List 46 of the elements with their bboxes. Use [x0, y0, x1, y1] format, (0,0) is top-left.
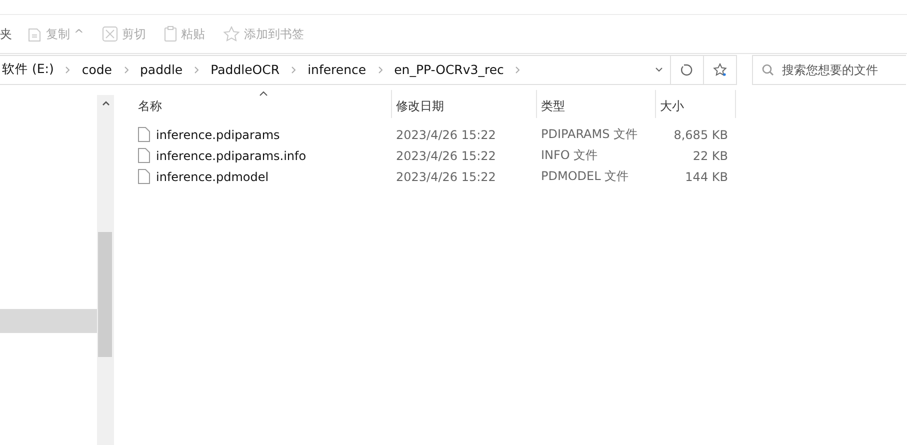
file-name[interactable]: inference.pdiparams: [156, 128, 280, 142]
bookmark-button[interactable]: [704, 54, 737, 84]
file-size: 144 KB: [685, 170, 728, 184]
chevron-right-icon: [124, 66, 128, 74]
toolbar-label: 夹: [0, 26, 12, 42]
file-size: 8,685 KB: [674, 128, 728, 142]
file-name[interactable]: inference.pdiparams.info: [156, 148, 306, 162]
chevron-right-icon: [194, 66, 200, 74]
file-type: PDIPARAMS 文件: [541, 127, 638, 141]
copy-icon: [28, 26, 42, 42]
clipboard-icon: [164, 26, 177, 42]
file-type: PDMODEL 文件: [541, 169, 629, 183]
breadcrumb-item[interactable]: paddle: [140, 62, 183, 77]
column-header[interactable]: 修改日期: [392, 90, 537, 118]
file-size: 22 KB: [692, 148, 728, 162]
refresh-button[interactable]: [671, 54, 704, 84]
breadcrumb-item[interactable]: 软件 (E:): [2, 61, 54, 78]
modified-date: 2023/4/26 15:22: [396, 128, 496, 142]
breadcrumb-item[interactable]: en_PP-OCRv3_rec: [394, 62, 504, 77]
column-header[interactable]: 类型: [537, 90, 656, 118]
breadcrumb-item[interactable]: inference: [308, 62, 366, 77]
column-header[interactable]: 名称: [134, 90, 392, 118]
breadcrumb-item[interactable]: PaddleOCR: [210, 62, 280, 77]
chevron-right-icon: [378, 66, 383, 74]
star-icon: [713, 62, 727, 76]
file-name[interactable]: inference.pdmodel: [156, 170, 269, 184]
search-icon: [762, 64, 774, 76]
file-type: INFO 文件: [541, 148, 598, 162]
scrollbar-thumb[interactable]: [98, 232, 112, 357]
scrollbar[interactable]: [97, 95, 114, 445]
breadcrumb-item[interactable]: code: [82, 62, 112, 77]
refresh-icon: [680, 62, 694, 76]
modified-date: 2023/4/26 15:22: [396, 170, 496, 184]
column-header[interactable]: 大小: [656, 90, 736, 118]
file-icon: [138, 169, 150, 184]
star-icon: [222, 26, 240, 42]
chevron-right-icon: [65, 66, 70, 74]
chevron-right-icon: [291, 66, 296, 74]
address-bar[interactable]: 软件 (E:) code paddle PaddleOCR inference en_PP-OCRv3_rec: [0, 54, 671, 84]
search-box[interactable]: 搜索您想要的文件: [752, 54, 906, 84]
modified-date: 2023/4/26 15:22: [396, 148, 496, 162]
chevron-right-icon: [515, 66, 520, 74]
scroll-up-icon[interactable]: [102, 101, 110, 106]
file-icon: [138, 127, 150, 142]
file-icon: [138, 148, 150, 163]
dropdown-icon[interactable]: [655, 67, 663, 72]
